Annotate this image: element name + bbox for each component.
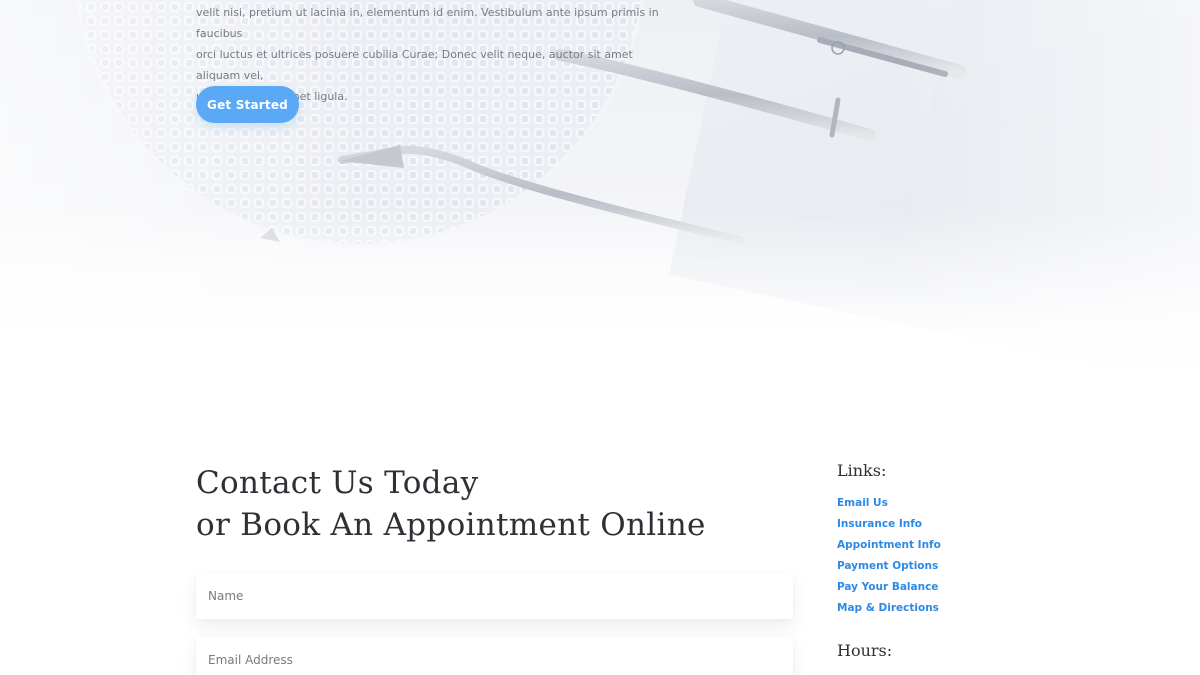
insurance-info-link[interactable]: Insurance Info xyxy=(837,518,922,530)
list-item: Payment Options xyxy=(837,554,941,575)
get-started-button[interactable]: Get Started xyxy=(196,86,299,123)
email-field[interactable] xyxy=(196,637,793,675)
name-field[interactable] xyxy=(196,573,793,619)
payment-options-link[interactable]: Payment Options xyxy=(837,560,938,572)
links-list: Email Us Insurance Info Appointment Info… xyxy=(837,491,941,617)
hero-body-line: orci luctus et ultrices posuere cubilia … xyxy=(196,48,633,82)
list-item: Pay Your Balance xyxy=(837,575,941,596)
links-heading: Links: xyxy=(837,461,887,480)
list-item: Map & Directions xyxy=(837,596,941,617)
list-item: Appointment Info xyxy=(837,533,941,554)
hours-heading: Hours: xyxy=(837,641,893,660)
hero-body-line: velit nisi, pretium ut lacinia in, eleme… xyxy=(196,6,659,40)
email-us-link[interactable]: Email Us xyxy=(837,497,888,509)
appointment-info-link[interactable]: Appointment Info xyxy=(837,539,941,551)
list-item: Insurance Info xyxy=(837,512,941,533)
contact-title-line: or Book An Appointment Online xyxy=(196,507,706,543)
list-item: Email Us xyxy=(837,491,941,512)
map-directions-link[interactable]: Map & Directions xyxy=(837,602,939,614)
hero-section: velit nisi, pretium ut lacinia in, eleme… xyxy=(0,0,1200,380)
contact-title: Contact Us Today or Book An Appointment … xyxy=(196,462,796,546)
pay-your-balance-link[interactable]: Pay Your Balance xyxy=(837,581,938,593)
contact-title-line: Contact Us Today xyxy=(196,465,479,501)
